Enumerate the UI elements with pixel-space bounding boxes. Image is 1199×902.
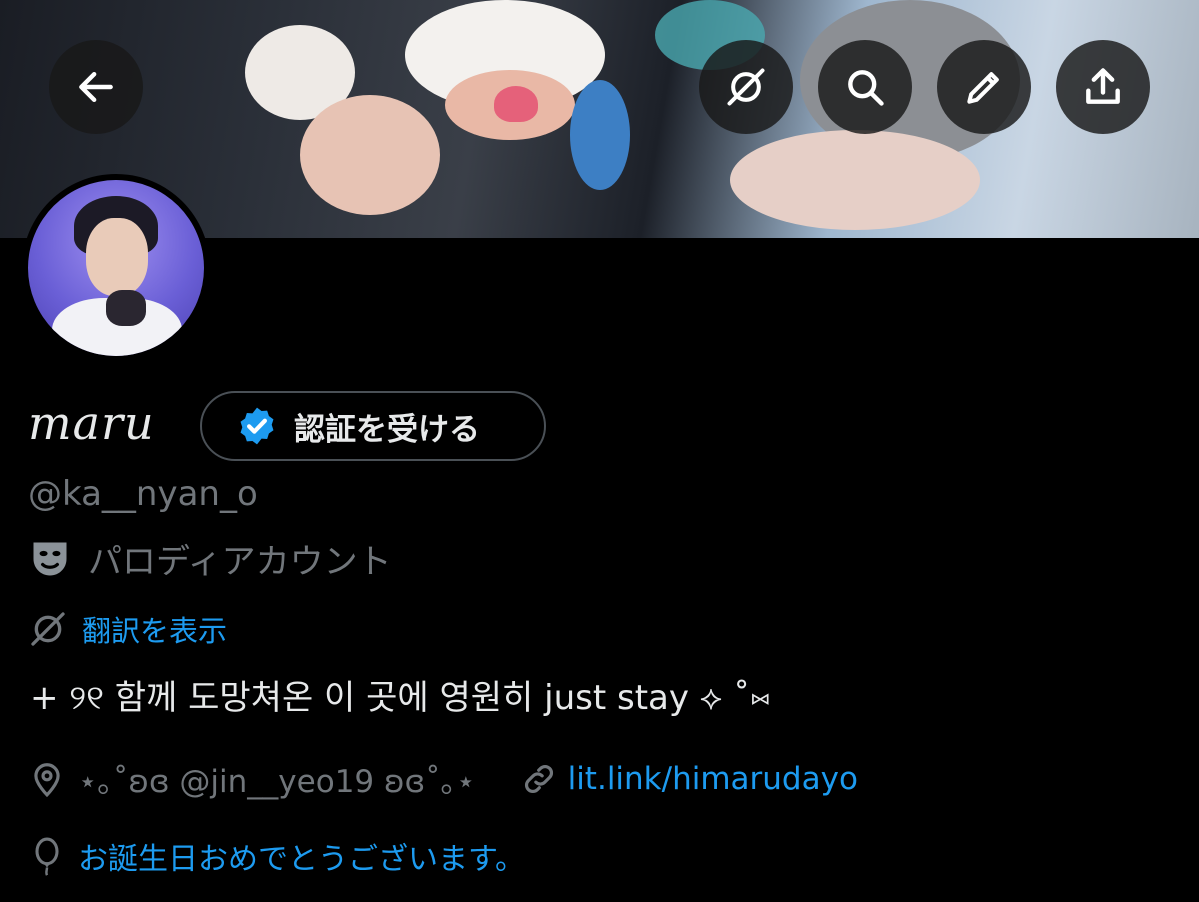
parody-mask-icon: [33, 542, 67, 575]
display-name: maru: [28, 396, 155, 450]
banner-heart: [494, 86, 538, 122]
parody-text: パロディアカウント: [88, 542, 392, 582]
username-handle: @ka__nyan_o: [28, 474, 258, 514]
back-button[interactable]: [49, 40, 143, 134]
location-text: ⋆｡˚ʚɞ @jin__yeo19 ʚɞ˚｡⋆: [78, 764, 476, 800]
avatar-face: [86, 218, 148, 296]
avatar-hand: [106, 290, 146, 326]
birthday-text: お誕生日おめでとうございます。: [78, 842, 525, 877]
grok-translate-icon: [31, 612, 65, 646]
back-arrow-icon: [79, 71, 113, 103]
bio-text: + ୨୧ 함께 도망쳐온 이 곳에 영원히 just stay ⟡ ˚⑅: [30, 678, 771, 718]
birthday-row[interactable]: お誕生日おめでとうございます。: [28, 834, 525, 878]
banner-hand: [300, 95, 440, 215]
location-pin-icon: [34, 762, 60, 797]
grok-icon: [727, 68, 765, 106]
share-button[interactable]: [1056, 40, 1150, 134]
website-link[interactable]: lit.link/himarudayo: [568, 761, 858, 797]
get-verified-button[interactable]: 認証を受ける: [200, 391, 546, 461]
translate-label: 翻訳を表示: [82, 614, 228, 648]
link-icon: [524, 764, 553, 793]
edit-pencil-icon: [967, 72, 999, 104]
share-icon: [1086, 68, 1120, 104]
banner-hand-right: [730, 130, 980, 230]
search-button[interactable]: [818, 40, 912, 134]
get-verified-label: 認証を受ける: [294, 411, 480, 448]
avatar[interactable]: [22, 174, 210, 362]
verified-badge-icon: [236, 405, 278, 447]
balloon-icon: [35, 837, 59, 876]
grok-button[interactable]: [699, 40, 793, 134]
banner-strap: [570, 80, 630, 190]
avatar-photo: [28, 180, 204, 356]
parody-account-label[interactable]: パロディアカウント: [28, 534, 392, 583]
edit-button[interactable]: [937, 40, 1031, 134]
profile-meta-row: ⋆｡˚ʚɞ @jin__yeo19 ʚɞ˚｡⋆ lit.link/himarud…: [28, 756, 858, 801]
translate-bio-link[interactable]: 翻訳を表示: [28, 608, 227, 650]
search-icon: [848, 70, 884, 106]
